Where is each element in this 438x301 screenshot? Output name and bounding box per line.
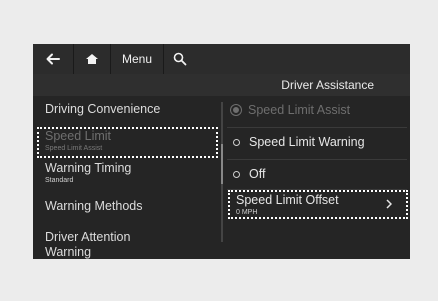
option-label: Off	[249, 167, 266, 181]
option-label: Speed Limit Assist	[248, 103, 351, 117]
section-header: Driver Assistance	[33, 74, 410, 96]
home-button[interactable]	[74, 44, 111, 74]
home-icon	[85, 53, 99, 65]
menu-item-warning-timing[interactable]: Warning Timing Standard	[45, 161, 220, 185]
radio-icon	[233, 170, 240, 178]
menu-item-label: Warning Timing	[45, 161, 132, 175]
menu-item-label: Driver Attention Warning	[45, 230, 131, 259]
focus-highlight	[228, 190, 408, 219]
search-button[interactable]	[164, 44, 196, 74]
infotainment-screen: Menu Driver Assistance Driving Convenien…	[33, 44, 410, 259]
divider	[227, 127, 407, 128]
focus-highlight	[37, 127, 218, 158]
menu-item-driving-convenience[interactable]: Driving Convenience	[45, 102, 220, 117]
back-button[interactable]	[33, 44, 74, 74]
menu-item-warning-methods[interactable]: Warning Methods	[45, 199, 220, 214]
radio-selected-icon	[233, 107, 239, 113]
divider	[227, 159, 407, 160]
radio-icon	[233, 138, 240, 146]
menu-item-label: Warning Methods	[45, 199, 143, 213]
menu-button[interactable]: Menu	[111, 44, 164, 74]
menu-item-driver-attention-warning[interactable]: Driver Attention Warning	[45, 230, 165, 259]
search-icon	[173, 52, 187, 66]
option-label: Speed Limit Warning	[249, 135, 365, 149]
back-arrow-icon	[46, 53, 60, 65]
option-speed-limit-warning[interactable]: Speed Limit Warning	[233, 135, 365, 149]
option-speed-limit-assist[interactable]: Speed Limit Assist	[233, 103, 350, 117]
option-off[interactable]: Off	[233, 167, 265, 181]
scrollbar-thumb[interactable]	[221, 144, 223, 184]
menu-item-label: Driving Convenience	[45, 102, 161, 116]
menu-label: Menu	[121, 52, 153, 66]
page-title: Driver Assistance	[281, 78, 374, 92]
menu-item-sublabel: Standard	[45, 177, 74, 184]
top-bar: Menu	[33, 44, 410, 74]
